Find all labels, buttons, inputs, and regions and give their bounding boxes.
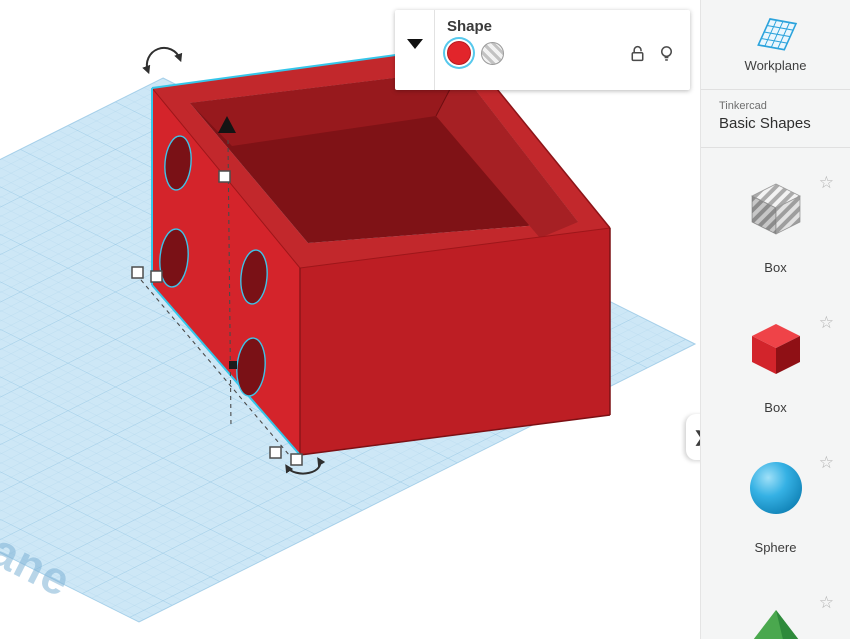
shapes-sidebar: Workplane Tinkercad Basic Shapes ☆ Box ☆… <box>700 0 850 639</box>
shape-options-toggle[interactable] <box>395 10 435 90</box>
scale-handle[interactable] <box>131 266 144 279</box>
panel-title: Shape <box>447 18 493 35</box>
shape-item-sphere[interactable]: ☆ Sphere <box>701 448 850 588</box>
workplane-tool[interactable]: Workplane <box>701 0 850 90</box>
scale-handle[interactable] <box>269 446 282 459</box>
color-swatch-solid[interactable] <box>447 41 471 65</box>
workplane-label: Workplane <box>744 58 807 73</box>
shape-item-box[interactable]: ☆ Box <box>701 308 850 448</box>
shape-gallery: ☆ Box ☆ Box ☆ Sphere ☆ <box>701 148 850 639</box>
viewport-3d[interactable]: ane Shape <box>0 0 700 639</box>
lock-button[interactable] <box>628 44 647 63</box>
shape-item-label: Box <box>764 400 787 415</box>
shape-item-label: Box <box>764 260 787 275</box>
scale-handle[interactable] <box>218 170 231 183</box>
favorite-star-icon[interactable]: ☆ <box>819 594 834 611</box>
brand-label: Tinkercad <box>719 100 767 112</box>
shape-category-selector[interactable]: Tinkercad Basic Shapes <box>701 90 850 148</box>
shape-item-roof[interactable]: ☆ <box>701 588 850 639</box>
shape-inspector-body: Shape <box>435 10 690 90</box>
bulb-icon <box>660 45 673 61</box>
shape-inspector-panel: Shape <box>395 10 690 90</box>
unlock-icon <box>631 45 644 61</box>
midpoint-handle[interactable] <box>229 361 237 369</box>
workplane-icon <box>756 18 797 51</box>
material-swatch-hole[interactable] <box>481 41 504 65</box>
category-label: Basic Shapes <box>719 115 811 132</box>
favorite-star-icon[interactable]: ☆ <box>819 314 834 331</box>
chevron-right-icon: ❯ <box>694 428 700 446</box>
scale-handle[interactable] <box>150 270 163 283</box>
caret-down-icon <box>406 39 423 49</box>
scene-canvas[interactable] <box>0 0 700 639</box>
shape-item-label: Sphere <box>754 540 797 555</box>
shape-item-box-hole[interactable]: ☆ Box <box>701 168 850 308</box>
sidebar-collapse-button[interactable]: ❯ <box>686 414 700 460</box>
scale-handle[interactable] <box>290 453 303 466</box>
favorite-star-icon[interactable]: ☆ <box>819 454 834 471</box>
visibility-button[interactable] <box>657 44 676 63</box>
tinkercad-app: ane Shape Workplane Tinkercad Basic Shap… <box>0 0 850 639</box>
swatch-row <box>447 41 676 65</box>
favorite-star-icon[interactable]: ☆ <box>819 174 834 191</box>
